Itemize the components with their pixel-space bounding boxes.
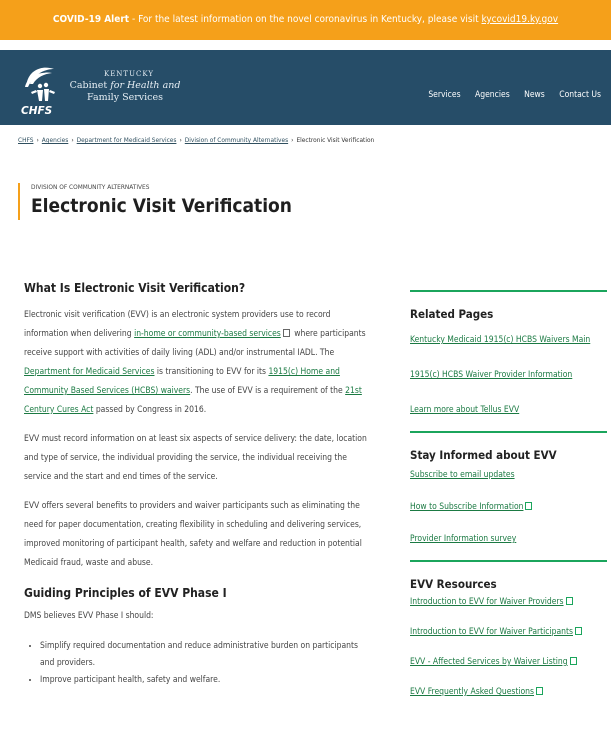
breadcrumb-current: Electronic Visit Verification <box>296 136 375 144</box>
pdf-icon <box>569 657 577 665</box>
link-tellus-evv[interactable]: Learn more about Tellus EVV <box>410 405 607 415</box>
link-intro-participants[interactable]: Introduction to EVV for Waiver Participa… <box>410 627 607 637</box>
link-hcbs-waivers-main[interactable]: Kentucky Medicaid 1915(c) HCBS Waivers M… <box>410 335 607 345</box>
link-intro-providers[interactable]: Introduction to EVV for Waiver Providers <box>410 597 607 607</box>
list-item: Improve participant health, safety and w… <box>40 672 369 689</box>
link-subscribe-info[interactable]: How to Subscribe Information <box>410 502 607 512</box>
principles-list: Simplify required documentation and redu… <box>40 638 369 689</box>
section-heading: Guiding Principles of EVV Phase I <box>24 586 227 600</box>
page-title-block: DIVISION OF COMMUNITY ALTERNATIVES Elect… <box>18 183 292 220</box>
nav-agencies[interactable]: Agencies <box>475 90 510 100</box>
nav-services[interactable]: Services <box>428 90 460 100</box>
pdf-icon <box>574 627 582 635</box>
pdf-icon <box>536 687 544 695</box>
alert-message: - For the latest information on the nove… <box>129 14 482 25</box>
sidebar: Related Pages Kentucky Medicaid 1915(c) … <box>410 290 607 697</box>
page-kicker: DIVISION OF COMMUNITY ALTERNATIVES <box>31 183 150 191</box>
link-affected-services[interactable]: EVV - Affected Services by Waiver Listin… <box>410 657 607 667</box>
link-waiver-provider-info[interactable]: 1915(c) HCBS Waiver Provider Information <box>410 370 607 380</box>
paragraph-principles: DMS believes EVV Phase I should: <box>24 611 154 621</box>
state-name: KENTUCKY <box>103 70 155 78</box>
logo-text: CHFS <box>21 105 52 116</box>
paragraph-benefits: EVV offers several benefits to providers… <box>24 501 362 568</box>
pdf-icon <box>282 329 290 337</box>
breadcrumb-community-alternatives[interactable]: Division of Community Alternatives <box>185 136 288 144</box>
main-nav: Services Agencies News Contact Us <box>416 90 601 100</box>
breadcrumb-agencies[interactable]: Agencies <box>42 136 69 144</box>
chfs-logo[interactable]: CHFS <box>18 60 68 116</box>
breadcrumb-chfs[interactable]: CHFS <box>18 136 33 144</box>
stay-informed-heading: Stay Informed about EVV <box>410 448 557 462</box>
alert-title: COVID-19 Alert <box>52 14 130 25</box>
list-item: Simplify required documentation and redu… <box>40 638 369 672</box>
alert-link[interactable]: kycovid19.ky.gov <box>481 14 558 25</box>
pdf-icon <box>525 502 533 510</box>
section-heading: What Is Electronic Visit Verification? <box>24 281 246 295</box>
pdf-icon <box>565 597 573 605</box>
breadcrumb-medicaid[interactable]: Department for Medicaid Services <box>77 136 177 144</box>
breadcrumb: CHFS › Agencies › Department for Medicaid Se… <box>18 136 375 144</box>
paragraph-aspects: EVV must record information on at least … <box>24 434 367 482</box>
agency-name: Cabinet for Health and Family Services <box>69 80 181 103</box>
link-email-updates[interactable]: Subscribe to email updates <box>410 470 607 480</box>
nav-news[interactable]: News <box>524 90 545 100</box>
site-header: CHFS KENTUCKY Cabinet for Health and Fam… <box>0 50 611 125</box>
sidebar-divider <box>410 560 607 562</box>
covid-alert-banner: COVID-19 Alert - For the latest informat… <box>0 0 611 40</box>
sidebar-divider <box>410 431 607 433</box>
intro-paragraph: Electronic visit verification (EVV) is a… <box>24 310 366 415</box>
link-provider-survey[interactable]: Provider Information survey <box>410 534 607 544</box>
nav-contact-us[interactable]: Contact Us <box>559 90 601 100</box>
hcbs-services-link[interactable]: in-home or community-based services <box>134 329 281 339</box>
medicaid-services-link[interactable]: Department for Medicaid Services <box>24 367 154 377</box>
evv-resources-heading: EVV Resources <box>410 577 497 591</box>
page-title: Electronic Visit Verification <box>31 195 292 217</box>
main-content: What Is Electronic Visit Verification? E… <box>24 280 369 689</box>
link-evv-faq[interactable]: EVV Frequently Asked Questions <box>410 687 607 697</box>
related-pages-heading: Related Pages <box>410 307 494 321</box>
sidebar-divider <box>410 290 607 292</box>
